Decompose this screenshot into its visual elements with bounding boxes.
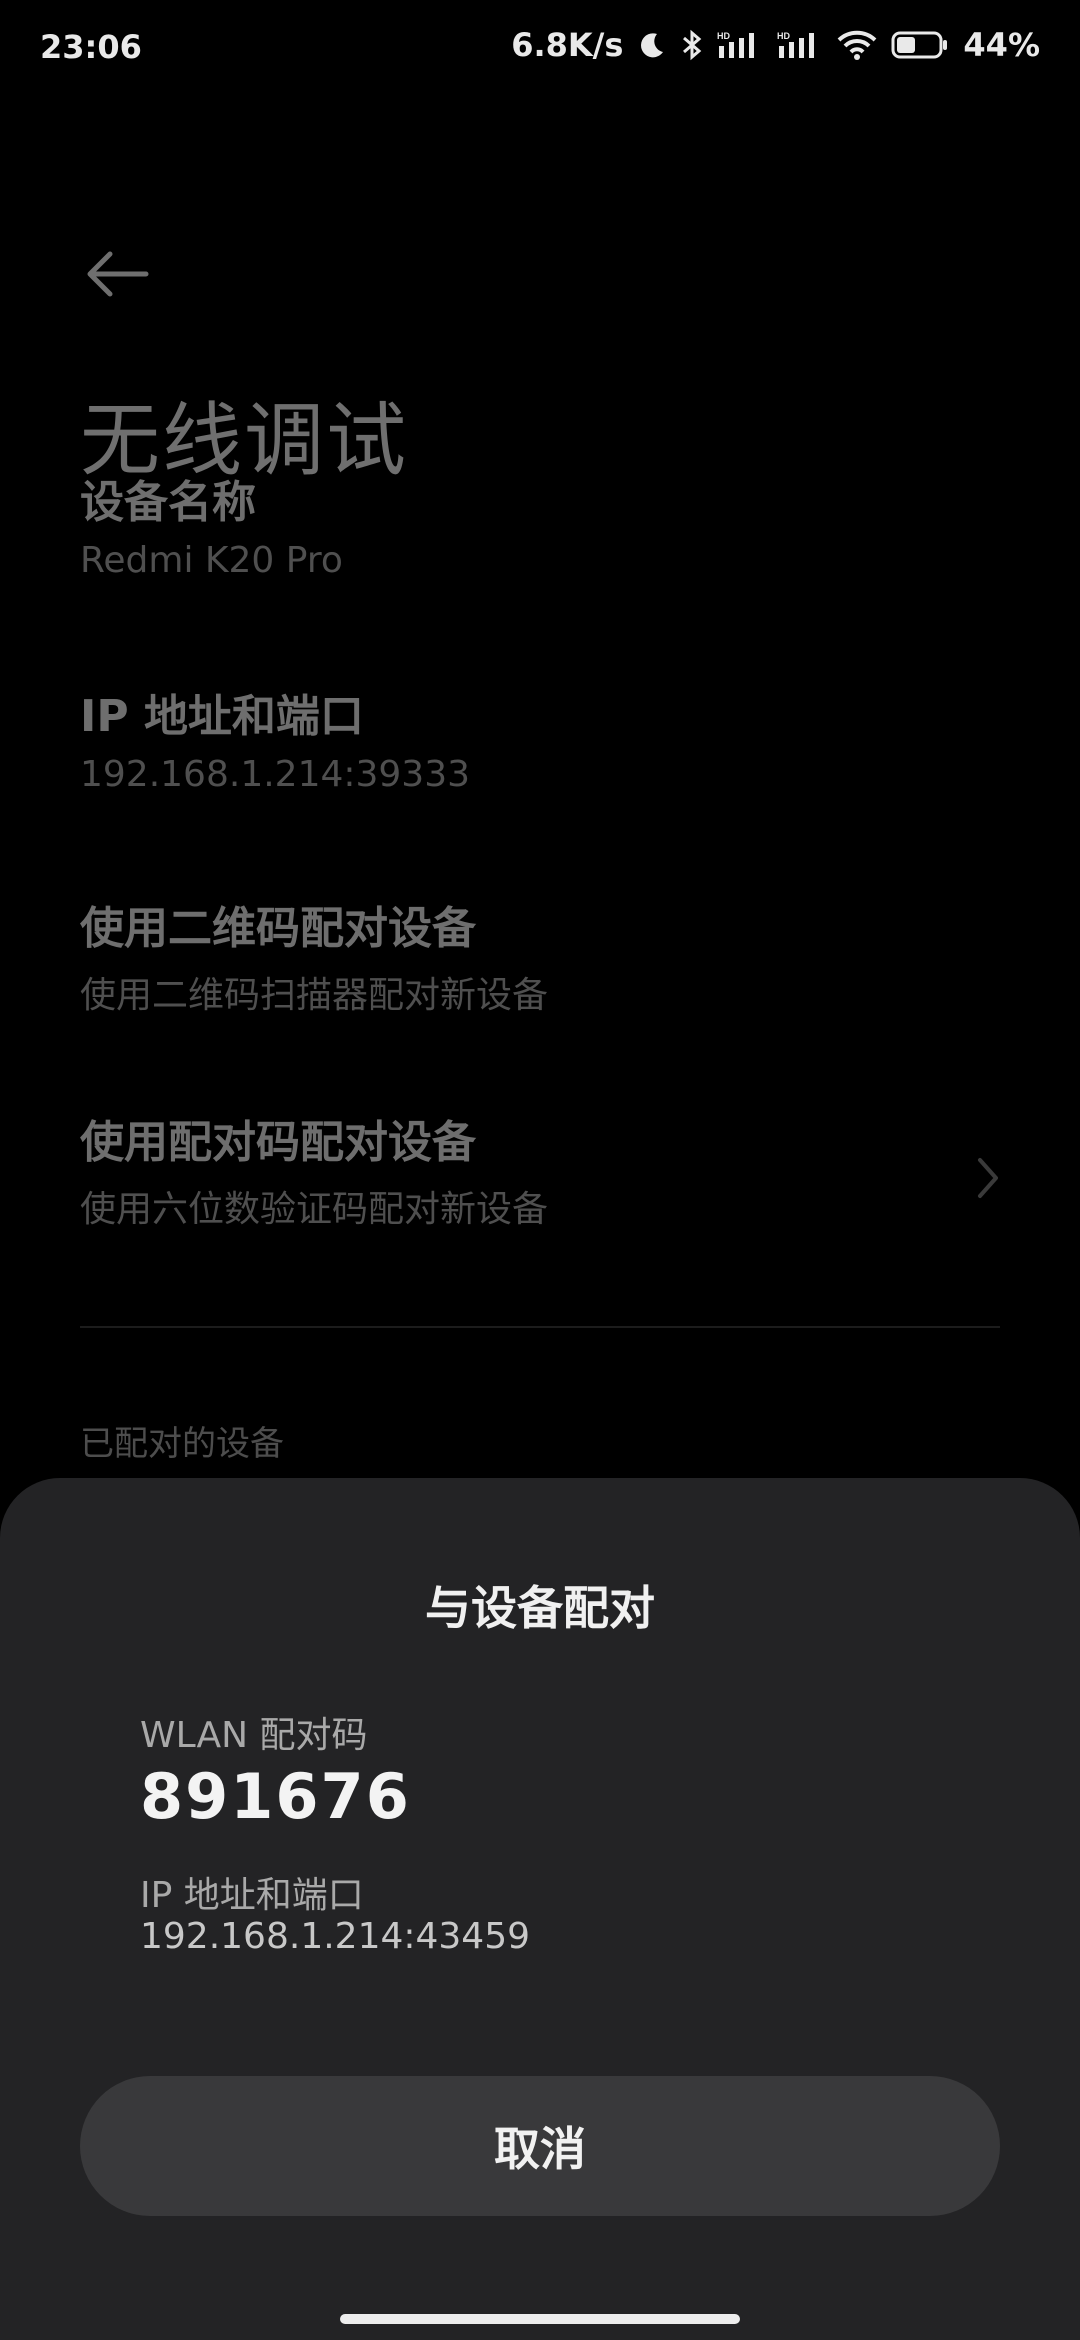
- ip-port-item[interactable]: IP 地址和端口 192.168.1.214:39333: [80, 680, 1000, 795]
- dialog-ip-port-label: IP 地址和端口: [140, 1875, 364, 1916]
- bluetooth-icon: [681, 29, 703, 61]
- back-arrow-icon: [87, 251, 149, 297]
- do-not-disturb-icon: [637, 30, 667, 60]
- pair-qr-subtitle: 使用二维码扫描器配对新设备: [80, 975, 549, 1016]
- hd-signal-icon: HD: [777, 30, 823, 60]
- pair-device-dialog: 与设备配对 WLAN 配对码 891676 IP 地址和端口 192.168.1…: [0, 1478, 1080, 2340]
- status-icons: 6.8K/s HD HD 44%: [511, 26, 1040, 64]
- wlan-pair-code-label: WLAN 配对码: [140, 1715, 368, 1756]
- dialog-title: 与设备配对: [425, 1581, 655, 1635]
- hd-signal-icon: HD: [717, 30, 763, 60]
- status-bar: 23:06 6.8K/s HD HD 44%: [0, 0, 1080, 96]
- pair-qr-item[interactable]: 使用二维码配对设备 使用二维码扫描器配对新设备: [80, 892, 1000, 1018]
- ip-port-value: 192.168.1.214:39333: [80, 754, 471, 795]
- chevron-right-icon: [978, 1158, 998, 1198]
- wifi-icon: [837, 30, 877, 60]
- wlan-pair-code-value: 891676: [140, 1760, 411, 1833]
- back-button[interactable]: [80, 246, 152, 302]
- wireless-debugging-page: 无线调试 设备名称 Redmi K20 Pro IP 地址和端口 192.168…: [0, 96, 1080, 1476]
- ip-port-title: IP 地址和端口: [80, 691, 364, 742]
- paired-devices-label: 已配对的设备: [80, 1424, 284, 1464]
- dialog-ip-port-value: 192.168.1.214:43459: [140, 1916, 531, 1957]
- pair-code-title: 使用配对码配对设备: [80, 1117, 476, 1168]
- device-name-value: Redmi K20 Pro: [80, 540, 343, 581]
- battery-percent: 44%: [963, 26, 1040, 64]
- pair-code-subtitle: 使用六位数验证码配对新设备: [80, 1189, 549, 1230]
- cancel-button[interactable]: 取消: [80, 2076, 1000, 2216]
- divider: [80, 1326, 1000, 1328]
- network-speed: 6.8K/s: [511, 26, 624, 64]
- svg-text:HD: HD: [777, 31, 790, 41]
- home-indicator[interactable]: [340, 2314, 740, 2324]
- device-name-item[interactable]: 设备名称 Redmi K20 Pro: [80, 466, 1000, 581]
- pair-qr-title: 使用二维码配对设备: [80, 903, 476, 954]
- battery-icon: [891, 30, 949, 60]
- device-name-title: 设备名称: [80, 477, 256, 528]
- pair-code-item[interactable]: 使用配对码配对设备 使用六位数验证码配对新设备: [80, 1106, 1000, 1232]
- status-time: 23:06: [40, 28, 142, 66]
- svg-text:HD: HD: [717, 31, 730, 41]
